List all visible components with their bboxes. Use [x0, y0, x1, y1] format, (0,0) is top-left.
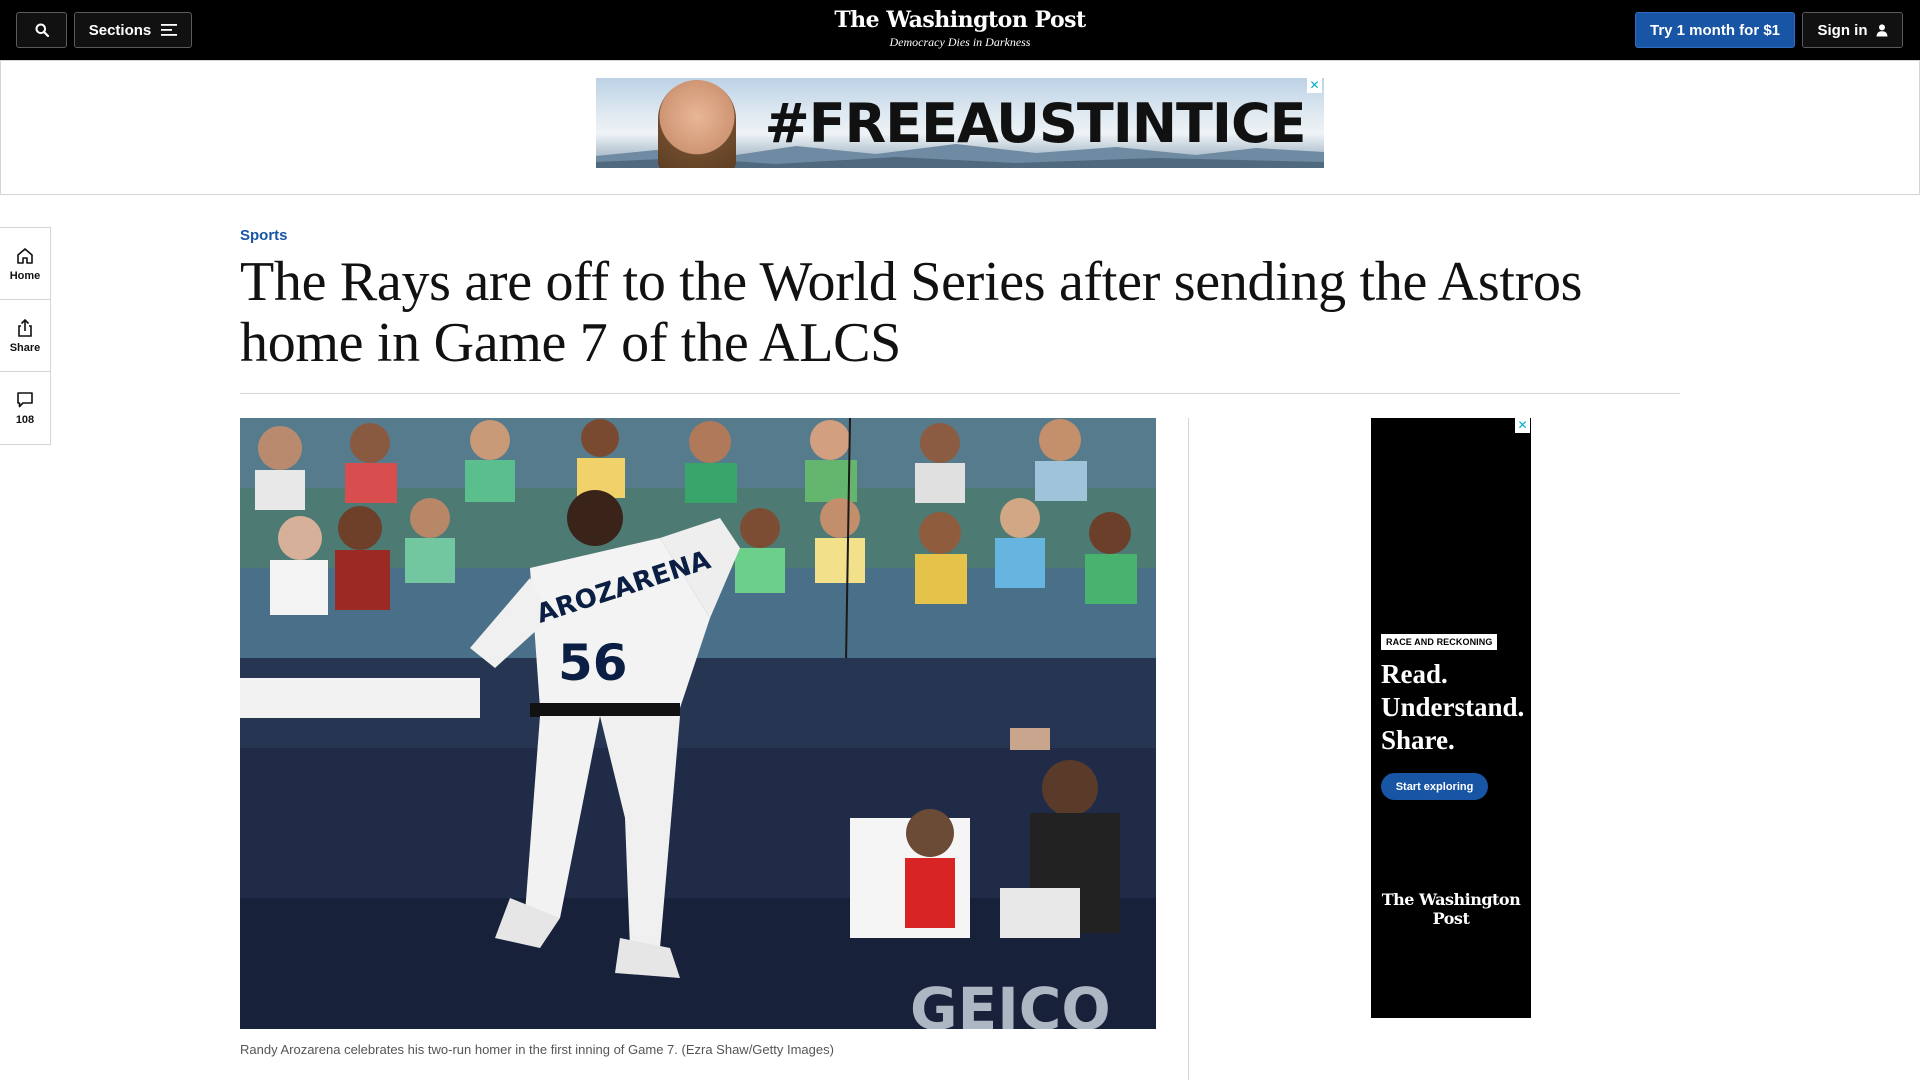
sidebar-ad-headline: Read. Understand. Share. — [1381, 658, 1524, 757]
sidebar-ad-tag: RACE AND RECKONING — [1381, 634, 1498, 650]
site-logo[interactable]: The Washington Post — [800, 5, 1120, 35]
photo-sponsor-text: GEICO — [910, 975, 1111, 1029]
top-ad-close-icon[interactable]: ✕ — [1307, 78, 1322, 93]
jersey-number-text: 56 — [558, 634, 628, 692]
subscribe-button[interactable]: Try 1 month for $1 — [1635, 12, 1795, 48]
lead-photo[interactable]: AROZARENA 56 GEICO — [240, 418, 1156, 1029]
rail-home-button[interactable]: Home — [0, 228, 50, 300]
search-icon — [35, 23, 49, 37]
share-icon — [18, 318, 32, 337]
article-headline: The Rays are off to the World Series aft… — [240, 251, 1583, 374]
rail-comments-button[interactable]: 108 — [0, 372, 50, 444]
left-action-rail: Home Share 108 — [0, 227, 51, 445]
sign-in-label: Sign in — [1817, 21, 1868, 39]
photo-caption: Randy Arozarena celebrates his two-run h… — [240, 1042, 834, 1057]
start-exploring-button[interactable]: Start exploring — [1381, 773, 1488, 800]
user-icon — [1876, 23, 1887, 36]
rail-share-label: Share — [9, 341, 41, 354]
comment-icon — [17, 392, 33, 408]
sidebar-ad-line-3: Share. — [1381, 725, 1455, 755]
rail-comments-count: 108 — [15, 414, 35, 426]
top-navigation-bar: Sections The Washington Post Democracy D… — [0, 0, 1920, 60]
top-ad-banner[interactable]: #FREEAUSTINTICE — [596, 78, 1324, 168]
sign-in-button[interactable]: Sign in — [1802, 12, 1903, 48]
home-icon — [17, 247, 33, 264]
masthead[interactable]: The Washington Post Democracy Dies in Da… — [800, 5, 1120, 49]
sections-label: Sections — [88, 21, 152, 39]
sidebar-ad-close-icon[interactable]: ✕ — [1515, 418, 1530, 433]
rail-home-label: Home — [9, 269, 41, 282]
ad-hashtag: #FREEAUSTINTICE — [764, 91, 1307, 155]
sidebar-ad[interactable]: RACE AND RECKONING Read. Understand. Sha… — [1371, 418, 1531, 1018]
sidebar-ad-logo: The Washington Post — [1381, 890, 1521, 928]
ad-portrait-image — [658, 80, 736, 168]
sections-button[interactable]: Sections — [74, 12, 192, 48]
section-kicker-link[interactable]: Sports — [240, 227, 288, 244]
sidebar-ad-line-1: Read. — [1381, 659, 1448, 689]
site-tagline: Democracy Dies in Darkness — [889, 35, 1031, 49]
sidebar-ad-line-2: Understand. — [1381, 692, 1525, 722]
headline-divider — [240, 393, 1680, 394]
search-button[interactable] — [16, 12, 67, 48]
column-divider — [1188, 418, 1189, 1080]
hamburger-menu-icon — [161, 24, 178, 36]
lead-photo-illustration: AROZARENA 56 GEICO — [240, 418, 1156, 1029]
rail-share-button[interactable]: Share — [0, 300, 50, 372]
